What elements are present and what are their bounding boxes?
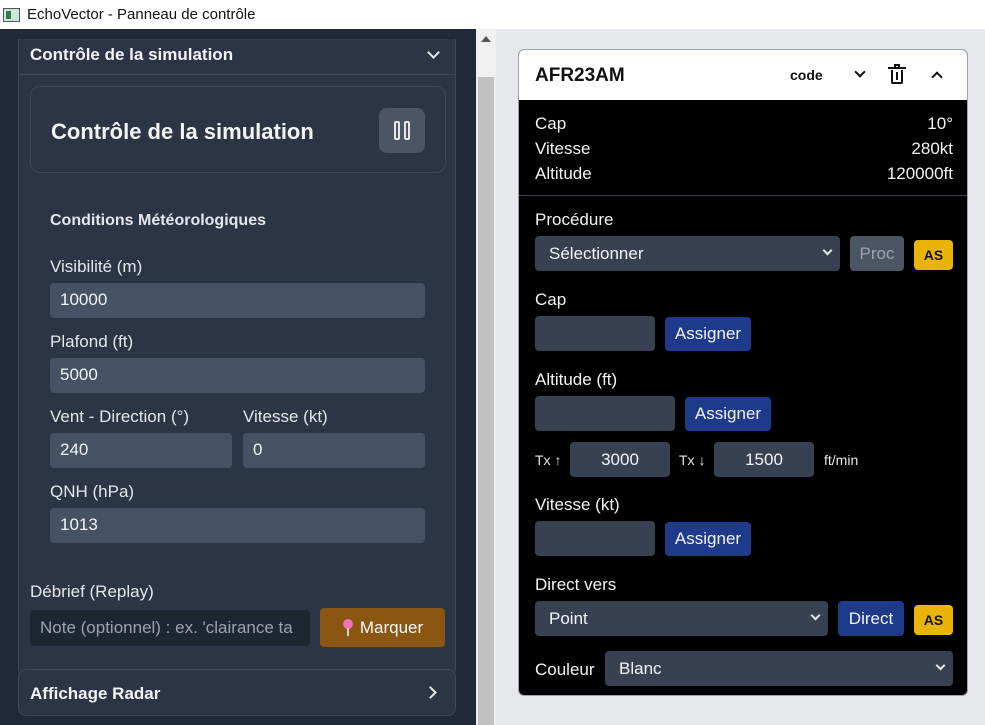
color-select-value: Blanc bbox=[619, 659, 662, 678]
procedure-as-button[interactable]: AS bbox=[914, 240, 953, 270]
altitude-label: Altitude (ft) bbox=[535, 370, 618, 389]
visibility-input[interactable]: 10000 bbox=[50, 283, 425, 318]
visibility-label: Visibilité (m) bbox=[50, 257, 143, 276]
altitude-assign-button[interactable]: Assigner bbox=[685, 397, 771, 431]
info-value: 120000ft bbox=[886, 164, 953, 183]
procedure-select-value: Sélectionner bbox=[549, 244, 644, 263]
procedure-label: Procédure bbox=[535, 210, 614, 229]
direct-button[interactable]: Direct bbox=[838, 601, 904, 636]
chevron-down-icon bbox=[810, 610, 821, 621]
direct-to-select-value: Point bbox=[549, 609, 588, 628]
weather-heading: Conditions Météorologiques bbox=[50, 212, 266, 229]
climb-rate-label: Tx ↑ bbox=[535, 452, 562, 468]
chevron-down-icon[interactable] bbox=[427, 46, 440, 59]
chevron-up-icon[interactable] bbox=[931, 71, 943, 83]
color-label: Couleur bbox=[535, 660, 595, 679]
speed-assign-button[interactable]: Assigner bbox=[665, 522, 751, 556]
left-pane-scrollbar[interactable] bbox=[476, 29, 496, 725]
descent-rate-input[interactable]: 1500 bbox=[714, 442, 814, 477]
pushpin-icon bbox=[342, 618, 354, 637]
info-row-heading: Cap 10° bbox=[535, 114, 953, 134]
info-label: Cap bbox=[535, 114, 567, 133]
flight-strip-header: AFR23AM code bbox=[519, 50, 967, 100]
debrief-note-input[interactable]: Note (optionnel) : ex. 'clairance ta bbox=[30, 610, 310, 646]
simulation-control-panel: Contrôle de la simulation Contrôle de la… bbox=[18, 39, 456, 677]
ceiling-input[interactable]: 5000 bbox=[50, 358, 425, 393]
debrief-label: Débrief (Replay) bbox=[30, 582, 154, 601]
wind-direction-input[interactable]: 240 bbox=[50, 433, 232, 468]
trash-icon[interactable] bbox=[888, 64, 906, 84]
simulation-control-box: Contrôle de la simulation bbox=[30, 86, 446, 173]
window-title: EchoVector - Panneau de contrôle bbox=[27, 6, 256, 23]
direct-to-label: Direct vers bbox=[535, 575, 617, 594]
info-row-speed: Vitesse 280kt bbox=[535, 139, 953, 159]
mark-button[interactable]: Marquer bbox=[320, 608, 445, 647]
chevron-right-icon[interactable] bbox=[424, 686, 437, 699]
pause-icon bbox=[394, 121, 400, 140]
qnh-input[interactable]: 1013 bbox=[50, 508, 425, 543]
ceiling-label: Plafond (ft) bbox=[50, 332, 134, 351]
altitude-input[interactable] bbox=[535, 396, 675, 431]
heading-label: Cap bbox=[535, 290, 567, 309]
mark-button-label: Marquer bbox=[359, 617, 424, 637]
wind-direction-label: Vent - Direction (°) bbox=[50, 407, 190, 426]
pause-button[interactable] bbox=[379, 108, 425, 153]
descent-rate-label: Tx ↓ bbox=[679, 452, 706, 468]
flight-strip: AFR23AM code Cap 10° Vitesse 280kt Altit… bbox=[518, 49, 968, 696]
simulation-control-header[interactable]: Contrôle de la simulation bbox=[19, 39, 455, 75]
wind-speed-label: Vitesse (kt) bbox=[243, 407, 328, 426]
info-row-altitude: Altitude 120000ft bbox=[535, 164, 953, 184]
divider bbox=[519, 195, 967, 196]
procedure-select[interactable]: Sélectionner bbox=[535, 236, 840, 271]
left-pane: Contrôle de la simulation Contrôle de la… bbox=[0, 29, 476, 725]
info-value: 280kt bbox=[911, 139, 953, 158]
chevron-down-icon bbox=[822, 245, 833, 256]
right-pane: AFR23AM code Cap 10° Vitesse 280kt Altit… bbox=[496, 29, 985, 725]
info-label: Vitesse bbox=[535, 139, 591, 158]
info-label: Altitude bbox=[535, 164, 592, 183]
climb-rate-input[interactable]: 3000 bbox=[570, 442, 670, 477]
chevron-down-icon bbox=[935, 660, 946, 671]
code-toggle[interactable]: code bbox=[790, 67, 823, 83]
simulation-control-section-title: Contrôle de la simulation bbox=[30, 45, 234, 64]
proc-button[interactable]: Proc bbox=[850, 236, 904, 271]
scroll-up-arrow-icon[interactable] bbox=[481, 36, 491, 42]
speed-label: Vitesse (kt) bbox=[535, 495, 620, 514]
radar-display-title: Affichage Radar bbox=[30, 684, 161, 703]
qnh-label: QNH (hPa) bbox=[50, 482, 135, 501]
heading-assign-button[interactable]: Assigner bbox=[665, 317, 751, 351]
simulation-control-title: Contrôle de la simulation bbox=[51, 119, 314, 144]
chevron-down-icon[interactable] bbox=[854, 66, 866, 78]
scrollbar-thumb[interactable] bbox=[478, 77, 494, 725]
speed-input[interactable] bbox=[535, 521, 655, 556]
callsign: AFR23AM bbox=[535, 65, 625, 86]
direct-as-button[interactable]: AS bbox=[914, 605, 953, 635]
wind-speed-input[interactable]: 0 bbox=[243, 433, 425, 468]
direct-to-select[interactable]: Point bbox=[535, 601, 828, 636]
app-icon bbox=[3, 7, 20, 22]
color-select[interactable]: Blanc bbox=[605, 651, 953, 686]
heading-input[interactable] bbox=[535, 316, 655, 351]
radar-display-panel[interactable]: Affichage Radar bbox=[18, 669, 456, 716]
rate-unit-label: ft/min bbox=[824, 452, 859, 468]
window-titlebar: EchoVector - Panneau de contrôle bbox=[0, 0, 985, 29]
info-value: 10° bbox=[927, 114, 953, 133]
